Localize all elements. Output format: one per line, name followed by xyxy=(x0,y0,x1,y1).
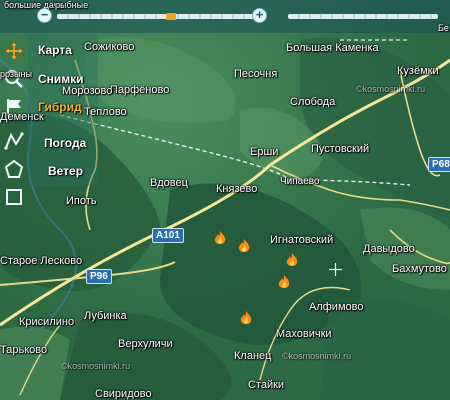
mode-hybrid-button[interactable]: Гибрид xyxy=(38,100,82,114)
place-klanets: Кланец xyxy=(234,350,272,362)
mode-satellite-button[interactable]: Снимки xyxy=(38,72,84,86)
place-chipaevo: Чипаево xyxy=(280,176,320,187)
place-tarkovo: Тарьково xyxy=(0,344,48,356)
place-verkhulichi: Верхуличи xyxy=(118,338,173,350)
place-ignatovsky: Игнатовский xyxy=(270,234,334,246)
place-sozhikovo: Сожиково xyxy=(84,41,135,53)
watermark: ©kosmosnimki.ru xyxy=(282,351,352,361)
fire-icon[interactable] xyxy=(214,231,226,246)
map-view[interactable]: большие дачи рыбные Бе − + Карта Снимки … xyxy=(0,0,450,400)
fire-icon[interactable] xyxy=(278,275,290,290)
place-parfenovo: Парфёново xyxy=(110,84,170,96)
zoom-out-button[interactable]: − xyxy=(37,8,52,23)
zoom-slider-handle[interactable] xyxy=(166,13,177,20)
place-knyazevo: Князево xyxy=(216,183,258,195)
place-rozhi: розыны xyxy=(0,69,32,79)
place-vdovets: Вдовец xyxy=(150,177,188,189)
fire-icon[interactable] xyxy=(238,239,250,254)
place-morozovo: Морозово xyxy=(62,85,113,97)
place-kuzemki: Кузёмки xyxy=(397,65,439,77)
place-alfimovo: Алфимово xyxy=(309,301,364,313)
place-staroe-leskovo: Старое Лесково xyxy=(0,255,83,267)
crosshair-icon xyxy=(329,263,342,276)
place-teplovo: Теплово xyxy=(84,106,127,118)
measure-icon[interactable] xyxy=(3,130,25,152)
zoom-slider-ticks xyxy=(67,14,245,19)
rectangle-icon[interactable] xyxy=(3,186,25,208)
place-pesochnya: Песочня xyxy=(234,68,278,80)
place-sloboda: Слобода xyxy=(290,96,336,108)
place-bakhmutovo: Бахмутово xyxy=(392,263,447,275)
mode-wind-button[interactable]: Ветер xyxy=(48,164,83,178)
road-shield-p96: P96 xyxy=(86,269,112,284)
place-lubinka: Лубинка xyxy=(84,310,127,322)
fire-icon[interactable] xyxy=(286,253,298,268)
place-ershi: Ерши xyxy=(250,146,279,158)
place-demensk: Деменск xyxy=(0,111,44,123)
mode-weather-button[interactable]: Погода xyxy=(44,136,86,150)
place-label-top-left-2: рыбные xyxy=(55,0,89,10)
road-shield-a101: A101 xyxy=(152,228,184,243)
place-ipot: Ипоть xyxy=(66,195,97,207)
place-davydovo: Давыдово xyxy=(363,243,415,255)
watermark: ©kosmosnimki.ru xyxy=(61,361,131,371)
place-staiki: Стайки xyxy=(248,379,285,391)
fire-icon[interactable] xyxy=(240,311,252,326)
place-makhovichki: Маховички xyxy=(276,328,332,340)
place-pustovsky: Пустовский xyxy=(311,143,370,155)
pan-icon[interactable] xyxy=(3,40,25,62)
timeline-slider-ticks xyxy=(298,14,432,19)
watermark: ©kosmosnimki.ru xyxy=(356,84,426,94)
place-krisilino: Крисилино xyxy=(19,316,75,328)
place-label-top-right: Бе xyxy=(438,23,449,33)
mode-map-button[interactable]: Карта xyxy=(38,43,72,57)
polygon-icon[interactable] xyxy=(3,158,25,180)
place-sviridovo: Свиридово xyxy=(95,388,152,400)
zoom-in-button[interactable]: + xyxy=(252,8,267,23)
place-bolshaya-kamenka: Большая Каменка xyxy=(286,42,379,54)
road-shield-p68: P68 xyxy=(428,157,450,172)
